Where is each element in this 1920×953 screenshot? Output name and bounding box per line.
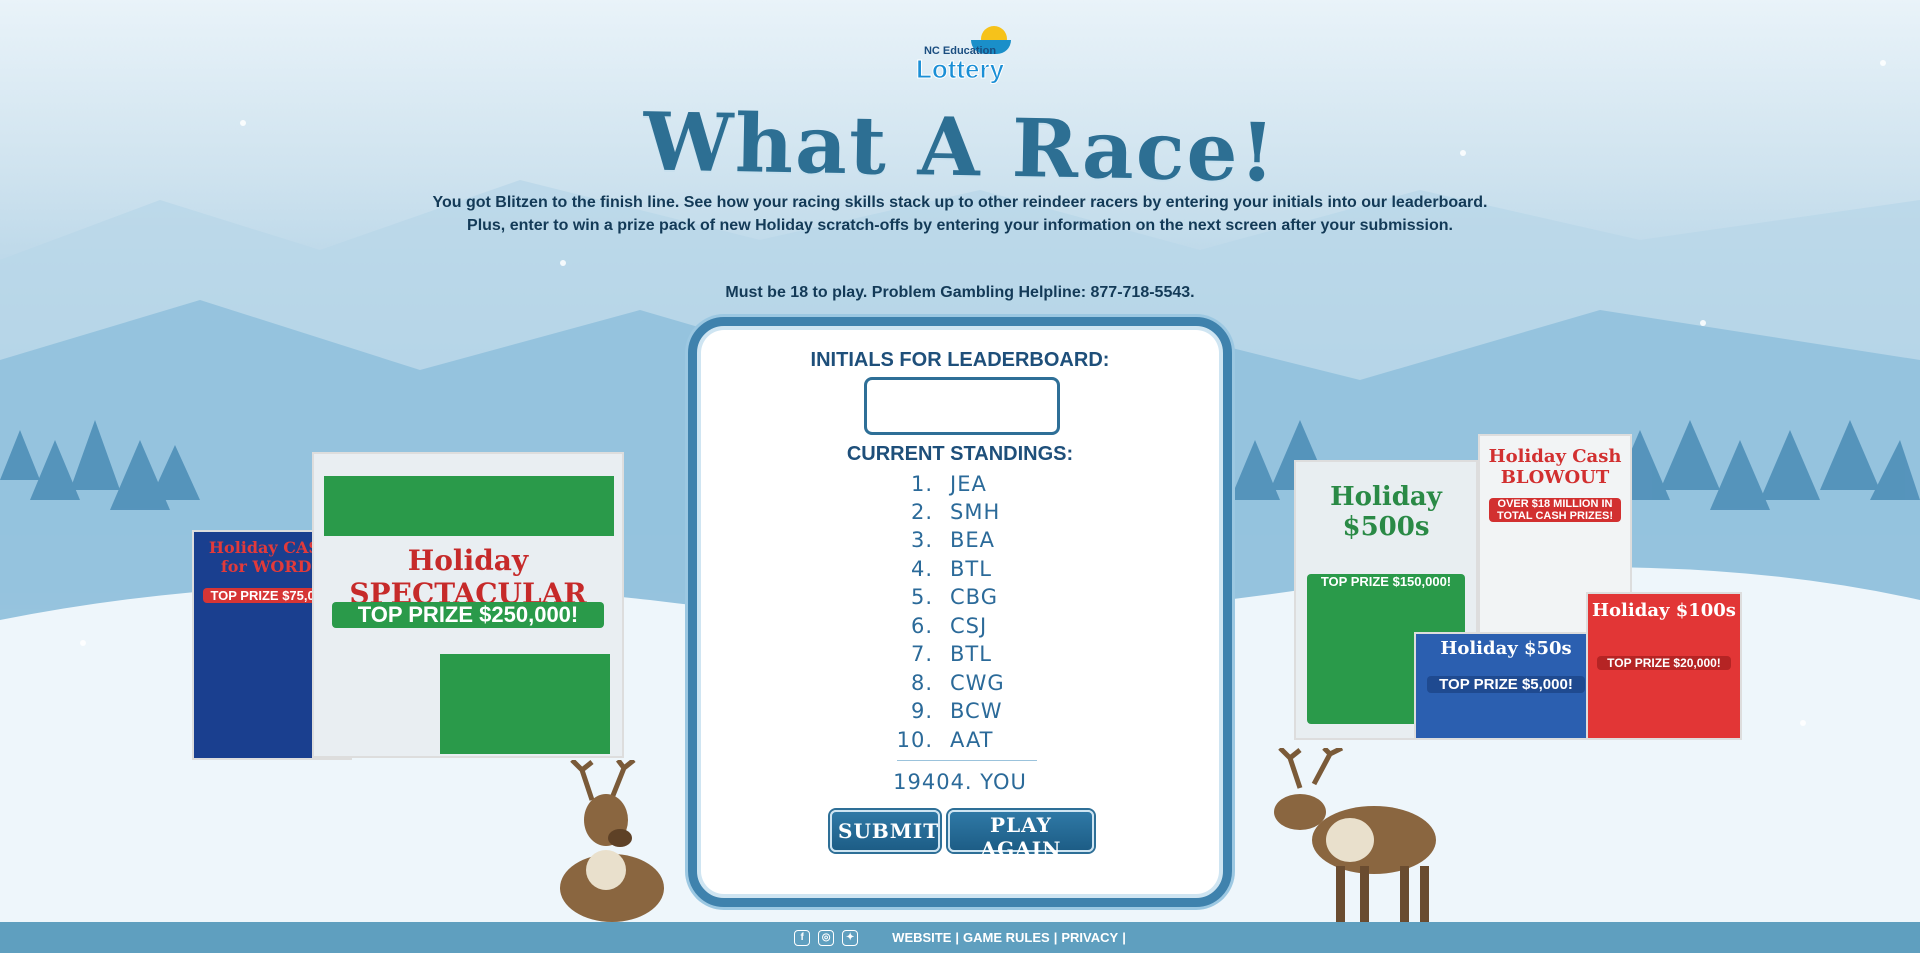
standing-initials: JEA <box>950 472 987 496</box>
standing-initials: AAT <box>950 728 994 752</box>
submit-button[interactable]: SUBMIT <box>830 810 940 852</box>
list-item: 5. CBG <box>697 585 1223 611</box>
standing-initials: CWG <box>950 671 1005 695</box>
game-rules-link[interactable]: GAME RULES <box>963 930 1050 945</box>
reindeer-left-illustration <box>560 760 664 922</box>
standing-rank: 8. <box>910 671 933 695</box>
list-item: 4. BTL <box>697 557 1223 583</box>
snowflake <box>1700 320 1706 326</box>
standing-rank: 6. <box>910 614 933 638</box>
ticket-name: Holiday Cash BLOWOUT <box>1488 446 1622 488</box>
list-item: 2. SMH <box>697 500 1223 526</box>
instagram-icon[interactable]: ◎ <box>818 929 835 946</box>
ticket-name: Holiday $500s <box>1330 482 1442 542</box>
ticket-name: Holiday SPECTACULAR <box>349 544 587 610</box>
standing-rank: 9. <box>910 699 933 723</box>
ticket-prize: TOP PRIZE $20,000! <box>1597 656 1731 670</box>
standing-initials: CBG <box>950 585 998 609</box>
standing-rank: 10. <box>896 728 933 752</box>
ticket-holiday-spectacular: Holiday SPECTACULAR TOP PRIZE $250,000! <box>312 452 624 758</box>
standing-rank: 3. <box>910 528 933 552</box>
footer: f ◎ ✦ WEBSITE | GAME RULES | PRIVACY | <box>0 922 1920 953</box>
privacy-link[interactable]: PRIVACY <box>1061 930 1118 945</box>
ticket-holiday-50s: Holiday $50s TOP PRIZE $5,000! <box>1414 632 1598 740</box>
your-rank: 19404. YOU <box>893 770 1027 794</box>
helpline-text: Must be 18 to play. Problem Gambling Hel… <box>725 284 1195 301</box>
ticket-holiday-100s: Holiday $100s TOP PRIZE $20,000! <box>1586 592 1742 740</box>
standing-rank: 2. <box>910 500 933 524</box>
snowflake <box>80 640 86 646</box>
footer-links: WEBSITE | GAME RULES | PRIVACY | <box>892 930 1126 945</box>
list-item: 6. CSJ <box>697 614 1223 640</box>
ticket-prize: TOP PRIZE $5,000! <box>1426 676 1586 693</box>
snowflake <box>1880 60 1886 66</box>
standing-rank: 1. <box>910 472 933 496</box>
play-again-button[interactable]: PLAY AGAIN <box>948 810 1094 861</box>
list-item: 8. CWG <box>697 671 1223 697</box>
list-item: 7. BTL <box>697 642 1223 668</box>
standing-rank: 7. <box>910 642 933 666</box>
standing-rank: 4. <box>910 557 933 581</box>
standing-initials: BEA <box>950 528 996 552</box>
link-separator: | <box>1053 930 1058 945</box>
standing-initials: BCW <box>950 699 1003 723</box>
standings-divider <box>897 760 1037 761</box>
list-item: 9. BCW <box>697 699 1223 725</box>
link-separator: | <box>955 930 960 945</box>
twitter-icon[interactable]: ✦ <box>842 929 859 946</box>
standing-initials: SMH <box>950 500 1001 524</box>
ticket-play-area <box>440 654 610 754</box>
list-item: 3. BEA <box>697 528 1223 554</box>
standing-rank: 5. <box>910 585 933 609</box>
link-separator: | <box>1122 930 1126 945</box>
facebook-icon[interactable]: f <box>794 929 811 946</box>
reindeer-right-illustration <box>1274 748 1436 922</box>
snowflake <box>560 260 566 266</box>
list-item: 10. AAT <box>697 728 1223 754</box>
standings-label: CURRENT STANDINGS: <box>846 443 1074 465</box>
nc-education-lottery-logo[interactable]: NC Education Lottery <box>905 22 1015 90</box>
logo-big-text: Lottery <box>915 54 1005 84</box>
intro-text: You got Blitzen to the finish line. See … <box>432 194 1488 234</box>
ticket-play-area <box>324 476 614 536</box>
leaderboard-card: INITIALS FOR LEADERBOARD: CURRENT STANDI… <box>688 317 1232 907</box>
initials-input[interactable] <box>864 377 1060 435</box>
snowflake <box>1800 720 1806 726</box>
list-item: 1. JEA <box>697 472 1223 498</box>
ticket-prize: OVER $18 MILLION IN TOTAL CASH PRIZES! <box>1489 498 1621 522</box>
standing-initials: BTL <box>950 642 992 666</box>
ticket-name: Holiday $50s <box>1440 638 1572 659</box>
standing-initials: CSJ <box>950 614 988 638</box>
initials-label: INITIALS FOR LEADERBOARD: <box>810 349 1110 371</box>
standing-initials: BTL <box>950 557 992 581</box>
ticket-prize: TOP PRIZE $250,000! <box>332 602 604 628</box>
ticket-name: Holiday $100s <box>1592 600 1736 621</box>
website-link[interactable]: WEBSITE <box>892 930 951 945</box>
